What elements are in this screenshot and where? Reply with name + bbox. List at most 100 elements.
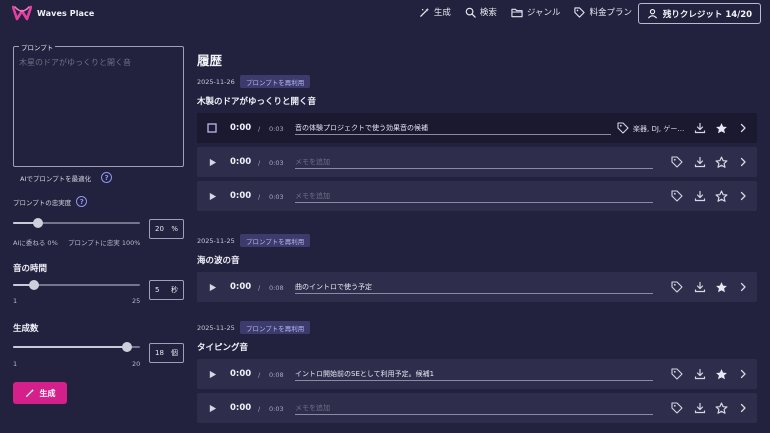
download-icon[interactable]	[693, 401, 707, 415]
tag-icon	[574, 6, 586, 18]
memo-input[interactable]	[295, 401, 653, 415]
chevron-right-icon[interactable]	[736, 401, 750, 415]
star-icon[interactable]	[714, 401, 728, 415]
count-slider[interactable]	[13, 342, 140, 352]
nav-pricing[interactable]: 料金プラン	[574, 6, 632, 18]
star-icon[interactable]	[714, 155, 728, 169]
tag-icon[interactable]	[670, 280, 684, 294]
history-row[interactable]: 0:00 / 0:03	[197, 181, 757, 211]
history-row[interactable]: 0:00 / 0:08	[197, 272, 757, 302]
time-separator: /	[258, 125, 261, 133]
star-filled-icon[interactable]	[714, 121, 728, 135]
slider-thumb[interactable]	[121, 342, 132, 352]
tag-icon[interactable]	[670, 401, 684, 415]
history-date: 2025-11-25	[197, 237, 235, 245]
generate-button[interactable]: 生成	[13, 382, 67, 404]
history-date: 2025-11-25	[197, 324, 235, 332]
prompt-input[interactable]	[19, 57, 179, 157]
download-icon[interactable]	[693, 121, 707, 135]
count-unit: 個	[171, 349, 178, 357]
optimize-label[interactable]: AIでプロンプトを最適化	[20, 173, 91, 183]
app-header: Waves Place 生成 検索 ジャンル 料金プラン 残りクレジット 14/…	[0, 0, 770, 28]
download-icon[interactable]	[693, 189, 707, 203]
memo-input[interactable]	[295, 189, 653, 203]
slider-fill	[13, 346, 127, 348]
duration-slider[interactable]	[13, 280, 140, 290]
play-button[interactable]	[207, 157, 217, 167]
nav-search[interactable]: 検索	[465, 6, 497, 18]
duration-value-field[interactable]: 5 秒	[149, 280, 184, 300]
fidelity-label: プロンプトの忠実度 ?	[13, 196, 88, 207]
memo-input[interactable]	[295, 280, 653, 294]
chevron-right-icon[interactable]	[736, 121, 750, 135]
credits-label: 残りクレジット 14/20	[662, 9, 753, 20]
fidelity-min-label: AIに委ねる 0%	[13, 239, 58, 247]
history-row[interactable]: 0:00 / 0:03	[197, 393, 757, 423]
reuse-prompt-button[interactable]: プロンプトを再利用	[240, 234, 311, 247]
history-group-title: 木製のドアがゆっくりと開く音	[197, 97, 317, 107]
fidelity-value-field[interactable]: 20 %	[149, 219, 184, 239]
download-icon[interactable]	[693, 155, 707, 169]
tag-icon[interactable]	[670, 155, 684, 169]
duration-max-label: 25	[132, 297, 141, 305]
memo-input[interactable]	[295, 155, 653, 169]
star-filled-icon[interactable]	[714, 280, 728, 294]
download-icon[interactable]	[693, 367, 707, 381]
waves-logo-icon	[12, 5, 32, 21]
fidelity-slider[interactable]	[13, 218, 140, 228]
tag-icon[interactable]	[670, 189, 684, 203]
magic-wand-icon	[420, 7, 429, 17]
memo-input[interactable]	[295, 367, 653, 381]
select-checkbox[interactable]	[207, 123, 217, 133]
reuse-prompt-button[interactable]: プロンプトを再利用	[240, 321, 311, 334]
slider-thumb[interactable]	[29, 280, 40, 290]
tags-display[interactable]: 楽器, DJ, ゲー…	[617, 122, 684, 136]
current-time: 0:00	[230, 191, 252, 201]
play-button[interactable]	[207, 403, 217, 413]
generate-label: 生成	[39, 388, 56, 398]
nav-genre[interactable]: ジャンル	[511, 6, 561, 18]
help-icon[interactable]: ?	[101, 172, 113, 183]
time-separator: /	[258, 193, 261, 201]
play-button[interactable]	[207, 191, 217, 201]
play-button[interactable]	[207, 369, 217, 379]
count-max-label: 20	[132, 360, 141, 368]
fidelity-max-label: プロンプトに忠実 100%	[68, 239, 141, 247]
tags-text: 楽器, DJ, ゲー…	[633, 125, 685, 133]
count-label: 生成数	[13, 324, 39, 334]
duration: 0:03	[269, 125, 284, 133]
prompt-box: プロンプト	[13, 42, 184, 167]
time-separator: /	[258, 284, 261, 292]
memo-input[interactable]	[295, 121, 611, 135]
count-value-field[interactable]: 18 個	[149, 343, 184, 363]
history-row[interactable]: 0:00 / 0:03	[197, 147, 757, 177]
chevron-right-icon[interactable]	[736, 155, 750, 169]
star-icon[interactable]	[714, 189, 728, 203]
slider-thumb[interactable]	[33, 218, 44, 228]
star-filled-icon[interactable]	[714, 367, 728, 381]
tag-icon[interactable]	[670, 367, 684, 381]
chevron-right-icon[interactable]	[736, 189, 750, 203]
reuse-prompt-button[interactable]: プロンプトを再利用	[240, 75, 311, 88]
time-separator: /	[258, 405, 261, 413]
help-icon[interactable]: ?	[76, 196, 88, 207]
history-date: 2025-11-26	[197, 78, 235, 86]
current-time: 0:00	[230, 403, 252, 413]
download-icon[interactable]	[693, 280, 707, 294]
history-row[interactable]: 0:00 / 0:03 楽器, DJ, ゲー…	[197, 113, 757, 143]
nav-pricing-label: 料金プラン	[589, 8, 632, 18]
play-button[interactable]	[207, 282, 217, 292]
logo-text: Waves Place	[37, 8, 95, 18]
fidelity-unit: %	[171, 225, 178, 233]
chevron-right-icon[interactable]	[736, 367, 750, 381]
magic-wand-icon	[25, 388, 34, 397]
nav-genre-label: ジャンル	[526, 8, 561, 18]
time-separator: /	[258, 159, 261, 167]
credits-button[interactable]: 残りクレジット 14/20	[638, 3, 761, 24]
history-row[interactable]: 0:00 / 0:08	[197, 359, 757, 389]
logo[interactable]: Waves Place	[12, 5, 94, 21]
history-group-title: タイピング音	[197, 343, 249, 353]
nav-generate[interactable]: 生成	[419, 6, 451, 18]
current-time: 0:00	[230, 282, 252, 292]
chevron-right-icon[interactable]	[736, 280, 750, 294]
